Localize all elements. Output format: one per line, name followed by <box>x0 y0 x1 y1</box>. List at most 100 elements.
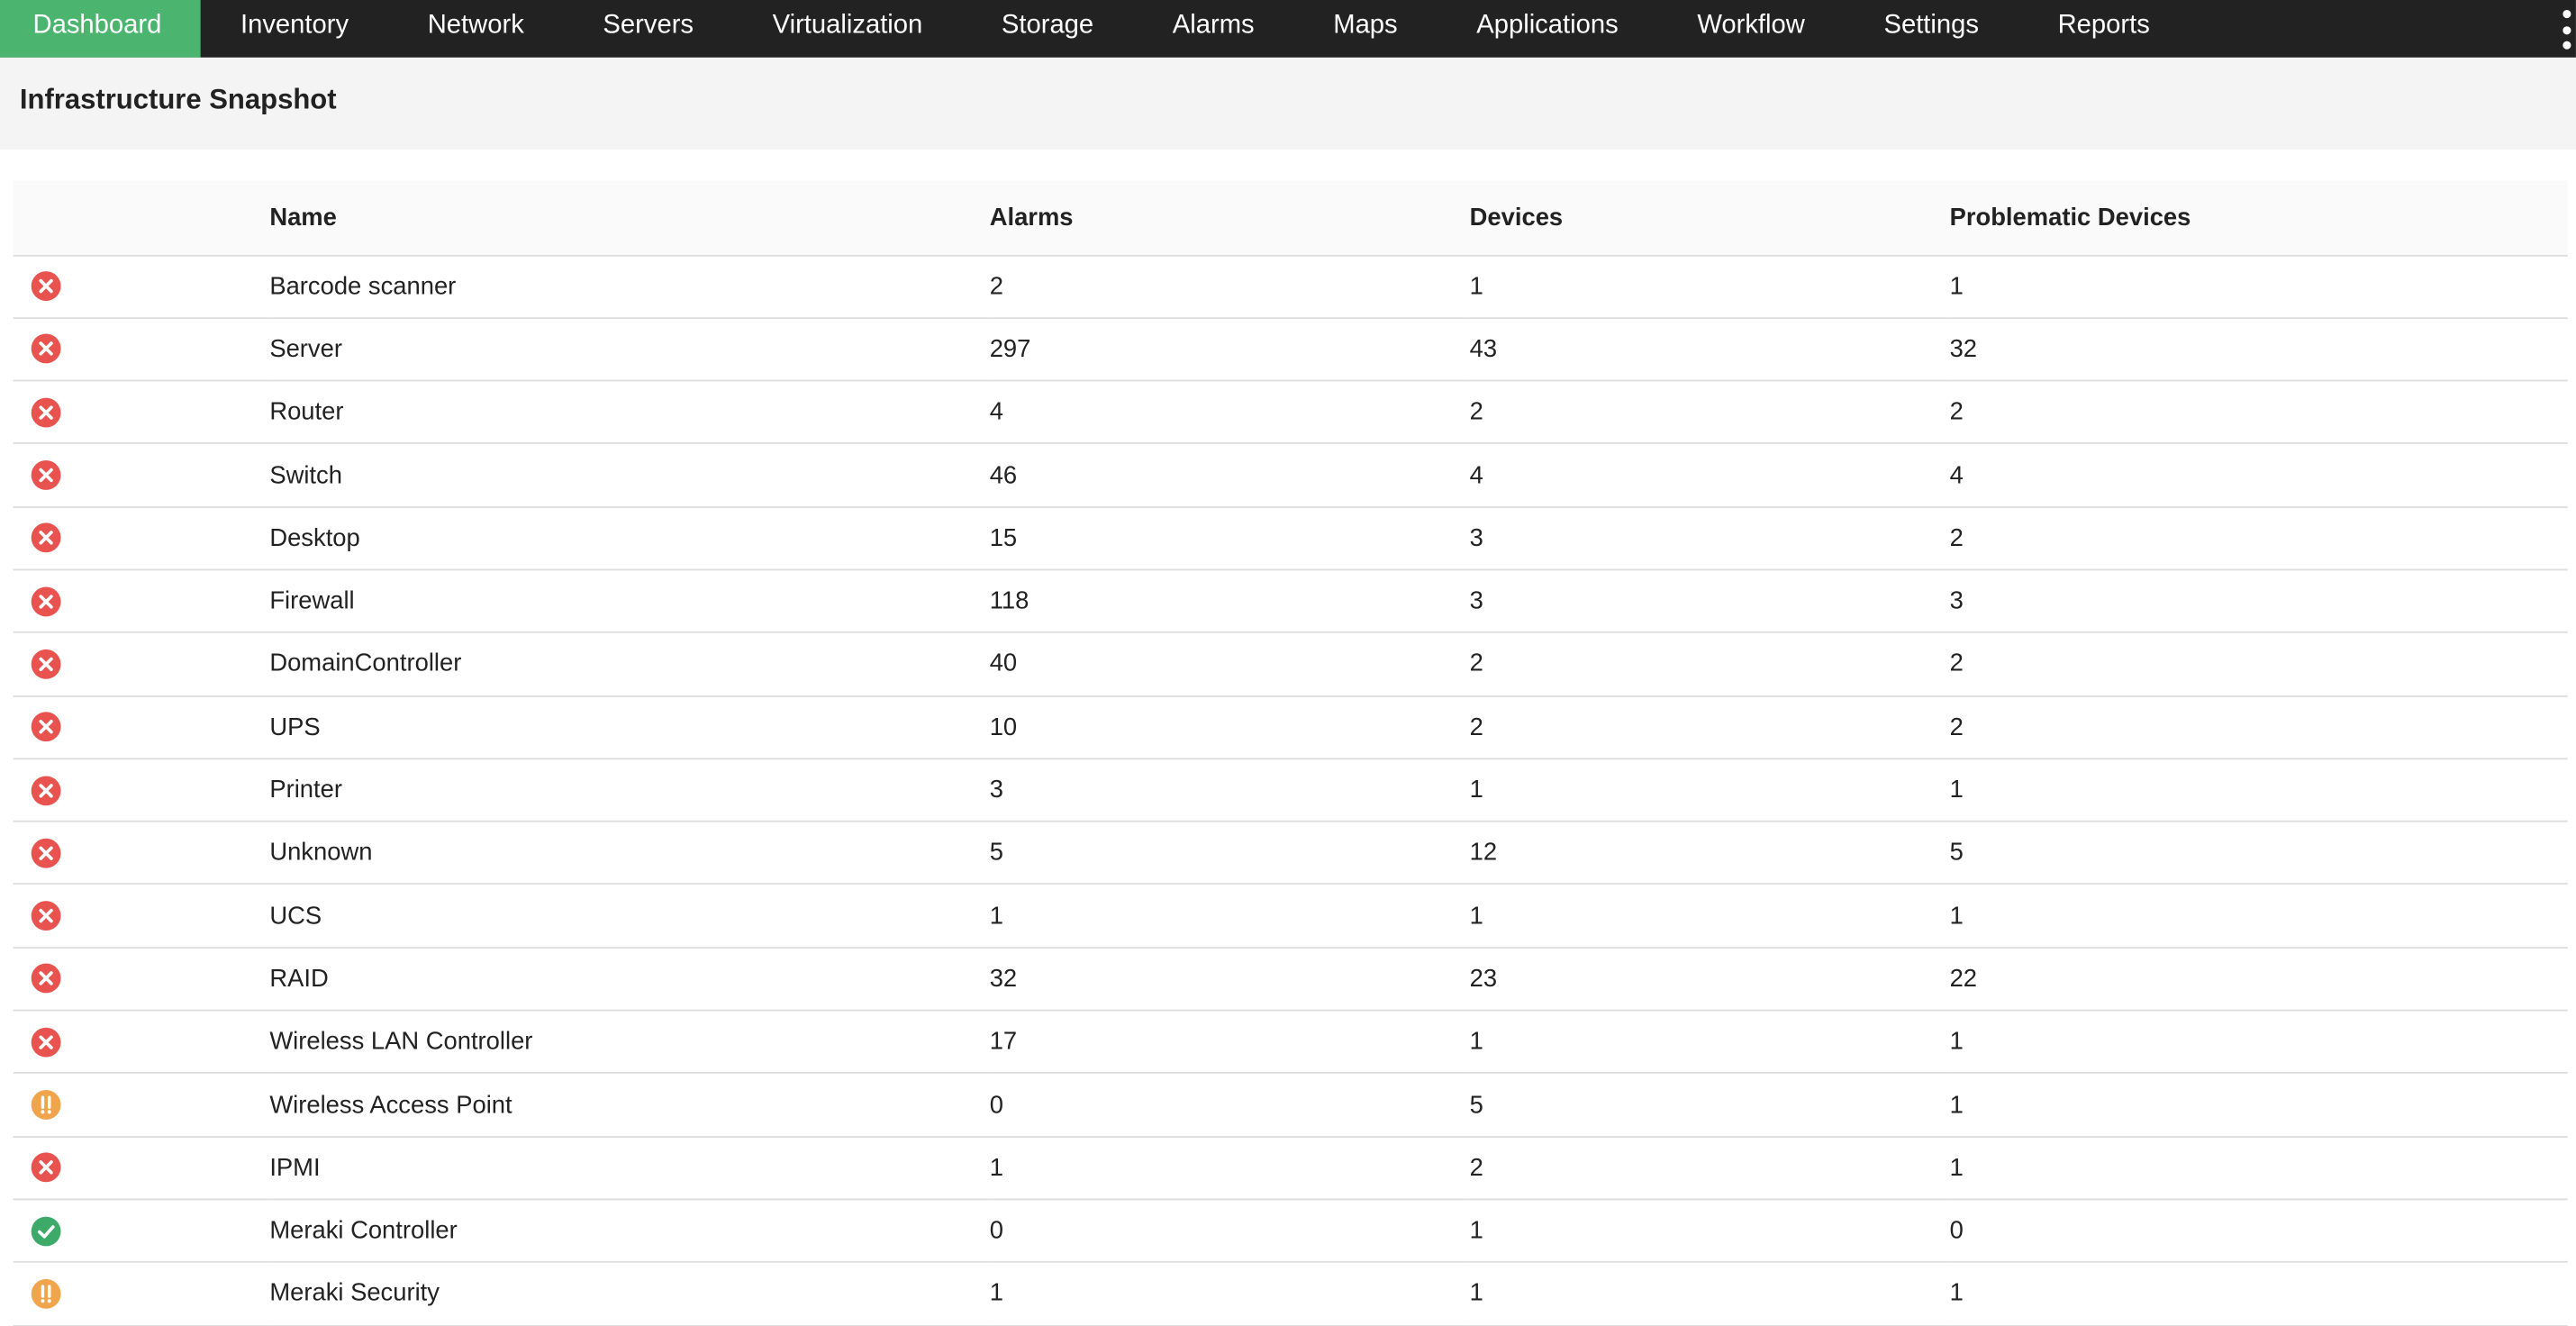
row-problematic-devices: 5 <box>1949 839 1964 867</box>
status-cell <box>14 318 270 381</box>
status-cell <box>14 506 270 569</box>
row-name[interactable]: Unknown <box>269 822 989 885</box>
critical-status-icon <box>31 712 61 742</box>
nav-item-reports[interactable]: Reports <box>2018 0 2190 58</box>
page-title: Infrastructure Snapshot <box>19 84 337 115</box>
row-name[interactable]: UPS <box>269 695 989 758</box>
nav-item-dashboard[interactable]: Dashboard <box>0 0 202 58</box>
row-name[interactable]: Meraki Controller <box>269 1199 989 1262</box>
table-header-row: Name Alarms Devices Problematic Devices <box>13 180 2568 255</box>
column-header-problematic-devices[interactable]: Problematic Devices <box>1950 181 2568 255</box>
row-name[interactable]: Wireless Access Point <box>269 1074 989 1137</box>
row-name[interactable]: DomainController <box>269 632 989 695</box>
row-problematic-devices: 4 <box>1949 460 1964 490</box>
row-name[interactable]: IPMI <box>269 1136 989 1199</box>
table-row[interactable]: Unknown 5 12 5 <box>13 822 2568 885</box>
nav-item-virtualization[interactable]: Virtualization <box>733 0 962 58</box>
row-alarms: 46 <box>989 460 1018 490</box>
row-alarms: 40 <box>989 649 1018 678</box>
table-row[interactable]: Server 297 43 32 <box>13 318 2568 381</box>
row-devices: 5 <box>1469 1090 1483 1119</box>
row-name[interactable]: Printer <box>269 758 989 822</box>
nav-item-settings[interactable]: Settings <box>1845 0 2018 58</box>
row-alarms: 4 <box>989 398 1003 427</box>
ok-status-icon <box>31 1215 61 1246</box>
row-devices: 1 <box>1469 902 1483 931</box>
critical-status-icon <box>31 1027 61 1058</box>
row-name[interactable]: Meraki Security <box>269 1262 989 1325</box>
infrastructure-table: Name Alarms Devices Problematic Devices … <box>13 180 2568 1326</box>
row-name[interactable]: Switch <box>269 444 989 507</box>
row-problematic-devices: 2 <box>1949 398 1964 427</box>
row-problematic-devices: 2 <box>1949 523 1964 552</box>
row-devices: 2 <box>1469 1153 1483 1182</box>
table-row[interactable]: Meraki Controller 0 1 0 <box>13 1199 2568 1263</box>
row-alarms: 3 <box>989 776 1003 804</box>
critical-status-icon <box>31 334 61 365</box>
row-name[interactable]: Wireless LAN Controller <box>269 1011 989 1074</box>
row-alarms: 32 <box>989 965 1018 994</box>
status-cell <box>14 1262 270 1325</box>
table-row[interactable]: Barcode scanner 2 1 1 <box>13 255 2568 318</box>
table-row[interactable]: Router 4 2 2 <box>13 381 2568 444</box>
status-cell <box>14 822 270 885</box>
top-navigation-bar: Dashboard Inventory Network Servers Virtuali… <box>0 0 2576 58</box>
status-cell <box>14 255 270 318</box>
ellipsis-dot <box>2562 9 2571 19</box>
status-cell <box>14 695 270 758</box>
app-root: Dashboard Inventory Network Servers Virtuali… <box>0 0 2576 1326</box>
row-devices: 3 <box>1469 586 1483 615</box>
status-cell <box>14 569 270 632</box>
row-devices: 1 <box>1469 1216 1483 1245</box>
table-row[interactable]: Desktop 15 3 2 <box>13 506 2568 570</box>
row-devices: 1 <box>1469 272 1483 301</box>
nav-item-servers[interactable]: Servers <box>564 0 733 58</box>
nav-item-workflow[interactable]: Workflow <box>1658 0 1845 58</box>
nav-item-network[interactable]: Network <box>388 0 564 58</box>
row-alarms: 118 <box>989 586 1029 615</box>
row-name[interactable]: Firewall <box>269 569 989 632</box>
row-problematic-devices: 22 <box>1949 965 1978 994</box>
nav-item-alarms[interactable]: Alarms <box>1133 0 1293 58</box>
row-name[interactable]: UCS <box>269 885 989 948</box>
nav-item-applications[interactable]: Applications <box>1437 0 1657 58</box>
table-row[interactable]: UCS 1 1 1 <box>13 885 2568 948</box>
row-name[interactable]: RAID <box>269 948 989 1011</box>
column-header-alarms[interactable]: Alarms <box>990 181 1470 255</box>
row-devices: 2 <box>1469 398 1483 427</box>
column-header-name[interactable]: Name <box>269 181 989 255</box>
critical-status-icon <box>31 775 61 805</box>
table-row[interactable]: Meraki Security 1 1 1 <box>13 1262 2568 1326</box>
row-alarms: 17 <box>989 1028 1018 1057</box>
critical-status-icon <box>31 964 61 994</box>
row-devices: 1 <box>1469 1279 1483 1308</box>
row-name[interactable]: Desktop <box>269 506 989 569</box>
table-row[interactable]: Firewall 118 3 3 <box>13 569 2568 633</box>
table-row[interactable]: IPMI 1 2 1 <box>13 1136 2568 1200</box>
table-row[interactable]: UPS 10 2 2 <box>13 695 2568 759</box>
table-row[interactable]: RAID 32 23 22 <box>13 948 2568 1011</box>
row-problematic-devices: 0 <box>1949 1216 1964 1245</box>
column-header-devices[interactable]: Devices <box>1470 181 1950 255</box>
critical-status-icon <box>31 1152 61 1183</box>
row-problematic-devices: 1 <box>1949 902 1964 931</box>
row-devices: 2 <box>1469 713 1483 741</box>
nav-item-maps[interactable]: Maps <box>1293 0 1437 58</box>
row-name[interactable]: Barcode scanner <box>269 255 989 318</box>
table-row[interactable]: Printer 3 1 1 <box>13 758 2568 822</box>
vertical-ellipsis-icon[interactable] <box>2560 9 2573 50</box>
table-row[interactable]: Switch 46 4 4 <box>13 444 2568 507</box>
row-name[interactable]: Router <box>269 381 989 444</box>
row-problematic-devices: 32 <box>1949 335 1978 364</box>
nav-item-inventory[interactable]: Inventory <box>201 0 388 58</box>
nav-item-storage[interactable]: Storage <box>962 0 1133 58</box>
row-devices: 1 <box>1469 776 1483 804</box>
warning-status-icon <box>31 1090 61 1120</box>
table-row[interactable]: Wireless LAN Controller 17 1 1 <box>13 1011 2568 1074</box>
row-name[interactable]: Server <box>269 318 989 381</box>
row-alarms: 1 <box>989 1279 1003 1308</box>
table-row[interactable]: DomainController 40 2 2 <box>13 632 2568 696</box>
ellipsis-dot <box>2562 25 2571 34</box>
row-devices: 1 <box>1469 1028 1483 1057</box>
table-row[interactable]: Wireless Access Point 0 5 1 <box>13 1074 2568 1137</box>
